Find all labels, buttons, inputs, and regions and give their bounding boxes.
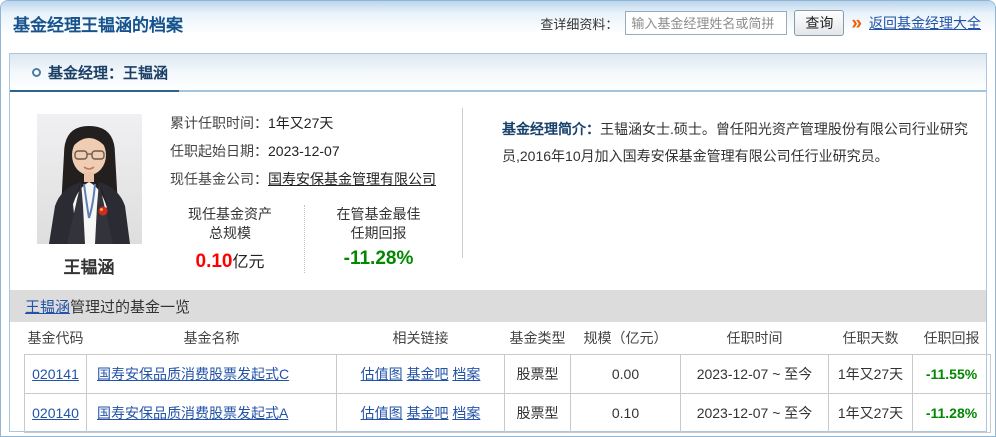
- stat-total-scale: 现任基金资产 总规模 0.10亿元: [156, 205, 304, 273]
- fund-related-link[interactable]: 基金吧: [407, 366, 449, 382]
- manager-funds-link[interactable]: 王韫涵: [25, 296, 70, 317]
- fund-code-cell: 020140: [25, 393, 87, 432]
- page-title: 基金经理王韫涵的档案: [13, 11, 183, 36]
- manager-section-title: 基金经理：王韫涵: [48, 62, 168, 83]
- manager-photo: [37, 114, 142, 244]
- col-header-return: 任职回报: [913, 322, 991, 354]
- back-to-managers-link[interactable]: 返回基金经理大全: [869, 13, 981, 33]
- info-row-company: 现任基金公司： 国寿安保基金管理有限公司: [156, 170, 472, 189]
- fund-name-link[interactable]: 国寿安保品质消费股票发起式C: [97, 366, 289, 382]
- stat-best-return: 在管基金最佳 任期回报 -11.28%: [304, 205, 452, 273]
- circle-bullet-icon: [32, 68, 41, 77]
- fund-days-cell: 1年又27天: [829, 354, 913, 393]
- fund-scale-cell: 0.10: [571, 393, 681, 432]
- bio-label: 基金经理简介：: [502, 121, 600, 137]
- fund-return-value: -11.55%: [926, 366, 977, 382]
- stat-title: 在管基金最佳 任期回报: [305, 205, 452, 243]
- fund-days-cell: 1年又27天: [829, 393, 913, 432]
- col-header-name: 基金名称: [87, 322, 337, 354]
- stat-value-scale: 0.10亿元: [156, 248, 304, 273]
- stat-title: 现任基金资产 总规模: [156, 205, 304, 243]
- fund-related-link[interactable]: 档案: [452, 366, 480, 382]
- stat-boxes: 现任基金资产 总规模 0.10亿元 在管基金最佳 任期回报: [156, 205, 472, 273]
- search-bar: 查详细资料： 查询 » 返回基金经理大全: [540, 10, 981, 36]
- double-chevron-icon: »: [851, 14, 862, 33]
- manager-bio: 基金经理简介：王韫涵女士.硕士。曾任阳光资产管理股份有限公司行业研究员,2016…: [502, 114, 986, 290]
- col-header-days: 任职天数: [829, 322, 913, 354]
- funds-section-header: 王韫涵管理过的基金一览: [10, 290, 986, 322]
- fund-related-link[interactable]: 基金吧: [407, 405, 449, 421]
- fund-links-cell: 估值图 基金吧 档案: [337, 354, 505, 393]
- fund-code-cell: 020141: [25, 354, 87, 393]
- info-label: 任职起始日期：: [156, 142, 268, 161]
- fund-manager-profile-page: 基金经理王韫涵的档案 查详细资料： 查询 » 返回基金经理大全 基金经理：王韫涵: [0, 0, 996, 437]
- fund-name-link[interactable]: 国寿安保品质消费股票发起式A: [97, 405, 288, 421]
- funds-table-body: 020141国寿安保品质消费股票发起式C估值图 基金吧 档案股票型0.00202…: [25, 354, 991, 432]
- fund-return-cell: -11.55%: [913, 354, 991, 393]
- fund-return-value: -11.28%: [926, 405, 977, 421]
- manager-section-header: 基金经理：王韫涵: [10, 54, 986, 92]
- fund-return-cell: -11.28%: [913, 393, 991, 432]
- info-row-start-date: 任职起始日期： 2023-12-07: [156, 142, 472, 161]
- col-header-code: 基金代码: [25, 322, 87, 354]
- fund-type-cell: 股票型: [505, 354, 571, 393]
- info-label: 现任基金公司：: [156, 170, 268, 189]
- funds-section-title: 管理过的基金一览: [70, 296, 190, 317]
- fund-name-cell: 国寿安保品质消费股票发起式C: [87, 354, 337, 393]
- company-link[interactable]: 国寿安保基金管理有限公司: [268, 170, 436, 189]
- fund-related-link[interactable]: 估值图: [361, 405, 403, 421]
- col-header-links: 相关链接: [337, 322, 505, 354]
- fund-row: 020141国寿安保品质消费股票发起式C估值图 基金吧 档案股票型0.00202…: [25, 354, 991, 393]
- search-label: 查详细资料：: [540, 14, 618, 33]
- content-box: 基金经理：王韫涵: [9, 53, 987, 432]
- manager-name: 王韫涵: [30, 253, 148, 278]
- col-header-scale: 规模（亿元）: [571, 322, 681, 354]
- col-header-type: 基金类型: [505, 322, 571, 354]
- info-value: 2023-12-07: [268, 142, 340, 161]
- stat-value-return: -11.28%: [305, 248, 452, 270]
- search-input[interactable]: [625, 11, 787, 35]
- info-value: 1年又27天: [268, 114, 333, 133]
- profile-panel: 王韫涵 累计任职时间： 1年又27天 任职起始日期： 2023-12-07 现任…: [10, 92, 986, 290]
- info-label: 累计任职时间：: [156, 114, 268, 133]
- fund-links-cell: 估值图 基金吧 档案: [337, 393, 505, 432]
- fund-period-cell: 2023-12-07 ~ 至今: [681, 393, 829, 432]
- fund-period-cell: 2023-12-07 ~ 至今: [681, 354, 829, 393]
- vertical-divider: [462, 108, 463, 258]
- title-bar: 基金经理王韫涵的档案 查详细资料： 查询 » 返回基金经理大全: [1, 1, 995, 45]
- fund-scale-cell: 0.00: [571, 354, 681, 393]
- search-button[interactable]: 查询: [794, 10, 844, 36]
- funds-table-header-row: 基金代码 基金名称 相关链接 基金类型 规模（亿元） 任职时间 任职天数 任职回…: [25, 322, 991, 354]
- fund-code-link[interactable]: 020140: [32, 405, 79, 421]
- fund-row: 020140国寿安保品质消费股票发起式A估值图 基金吧 档案股票型0.10202…: [25, 393, 991, 432]
- info-row-tenure: 累计任职时间： 1年又27天: [156, 114, 472, 133]
- fund-related-link[interactable]: 估值图: [361, 366, 403, 382]
- fund-related-link[interactable]: 档案: [452, 405, 480, 421]
- fund-code-link[interactable]: 020141: [32, 366, 79, 382]
- funds-table: 基金代码 基金名称 相关链接 基金类型 规模（亿元） 任职时间 任职天数 任职回…: [24, 322, 991, 433]
- photo-column: 王韫涵: [30, 114, 148, 290]
- fund-type-cell: 股票型: [505, 393, 571, 432]
- fund-name-cell: 国寿安保品质消费股票发起式A: [87, 393, 337, 432]
- stats-column: 累计任职时间： 1年又27天 任职起始日期： 2023-12-07 现任基金公司…: [156, 114, 472, 290]
- col-header-period: 任职时间: [681, 322, 829, 354]
